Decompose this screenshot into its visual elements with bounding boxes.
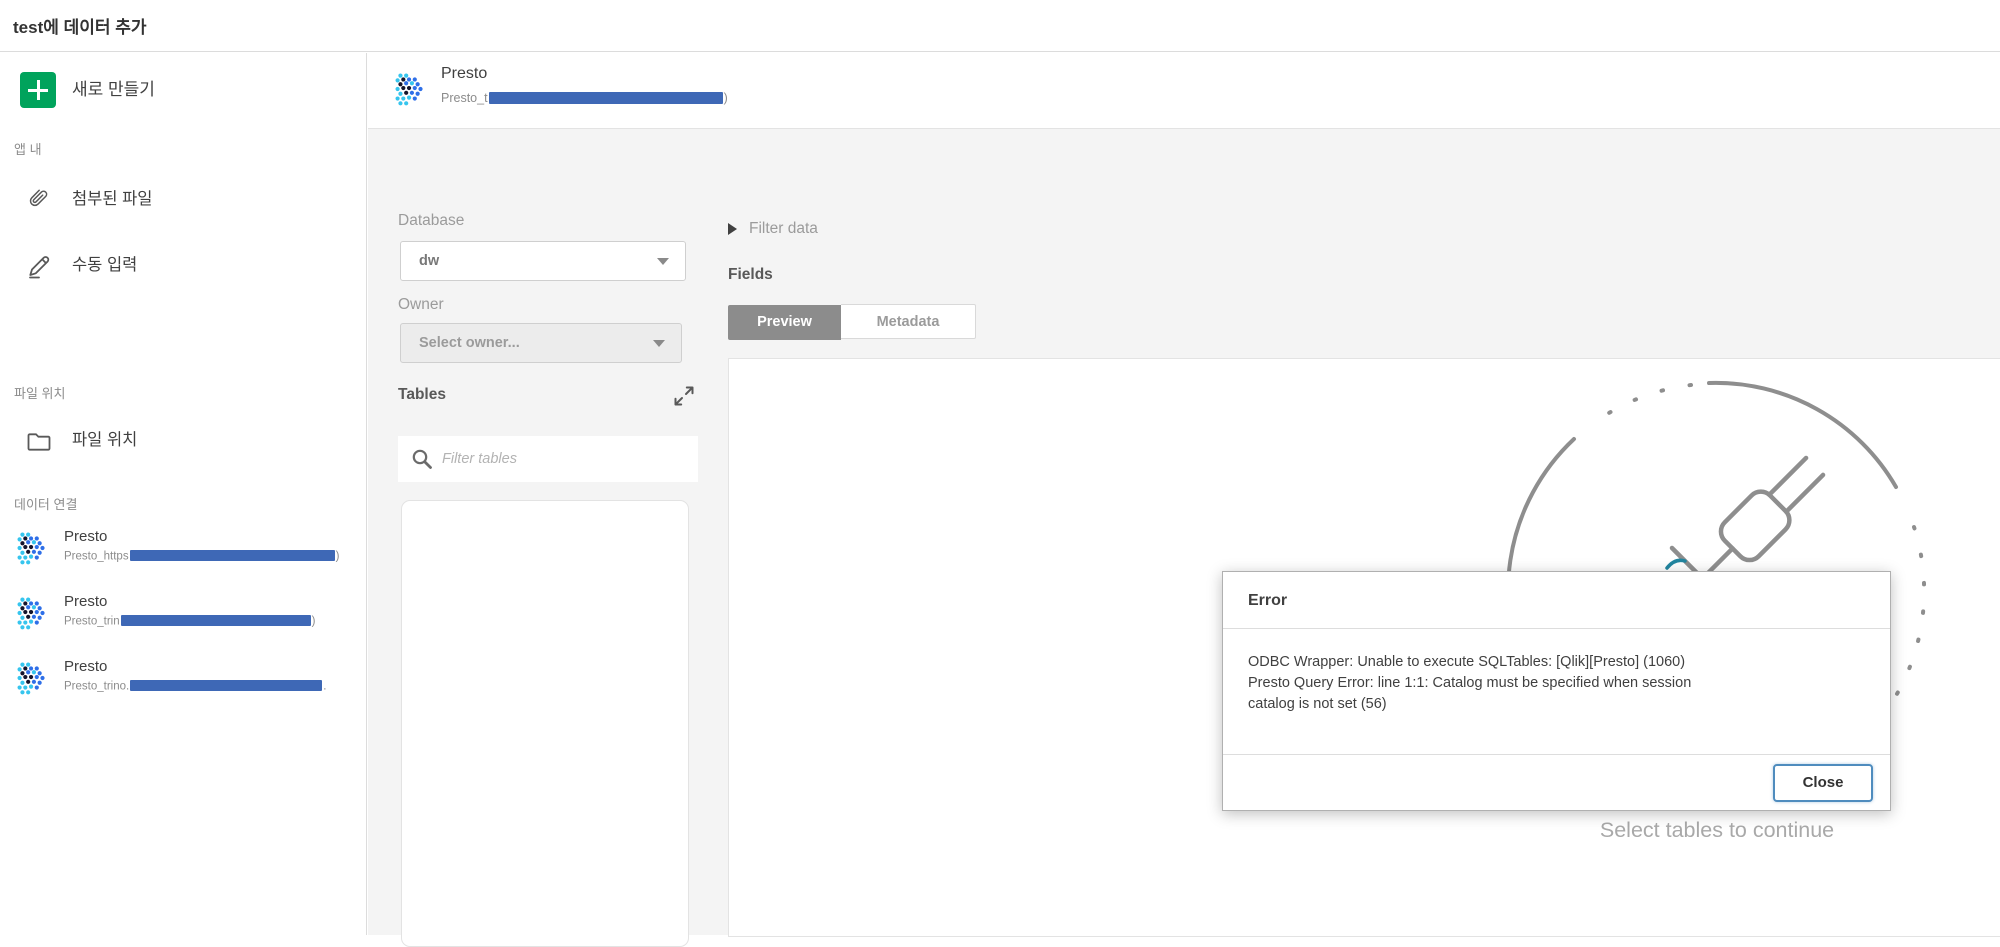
owner-value: Select owner...: [419, 335, 520, 351]
tab-preview[interactable]: Preview: [728, 305, 841, 340]
error-dialog-title: Error: [1248, 592, 1288, 609]
fields-tabs: Preview Metadata: [728, 304, 976, 340]
connection-presto-3[interactable]: Presto Presto_trino..: [0, 651, 366, 707]
section-in-app: 앱 내: [14, 142, 42, 157]
sidebar-item-manual-entry[interactable]: 수동 입력: [0, 243, 366, 287]
error-dialog: Error ODBC Wrapper: Unable to execute SQ…: [1222, 571, 1891, 811]
owner-dropdown[interactable]: Select owner...: [400, 323, 682, 363]
tab-metadata[interactable]: Metadata: [841, 304, 976, 339]
empty-state-hint: Select tables to continue: [1599, 818, 1835, 842]
connection-title: Presto: [441, 65, 488, 82]
filter-data-toggle[interactable]: Filter data: [728, 220, 818, 240]
connection-presto-1[interactable]: Presto Presto_https): [0, 521, 366, 577]
filter-tables-box: [398, 436, 698, 482]
sidebar: 새로 만들기 앱 내 첨부된 파일 수동 입력 파일 위치 파일 위치 데이터 …: [0, 53, 367, 935]
presto-logo-icon: [395, 73, 423, 106]
connection-name: Presto: [64, 528, 108, 545]
database-value: dw: [419, 253, 440, 269]
presto-logo-icon: [17, 597, 45, 630]
expand-icon[interactable]: [672, 384, 696, 408]
folder-icon: [27, 433, 51, 451]
paperclip-icon: [29, 189, 48, 207]
filter-data-label: Filter data: [749, 220, 818, 237]
plus-icon: [20, 72, 56, 108]
connection-header: Presto Presto_t): [368, 53, 2000, 129]
connection-subtitle: Presto_https): [64, 550, 340, 563]
connection-name: Presto: [64, 658, 108, 675]
connection-name: Presto: [64, 593, 108, 610]
sidebar-item-file-locations[interactable]: 파일 위치: [0, 418, 366, 462]
redaction-bar: [120, 615, 311, 626]
create-new-button[interactable]: 새로 만들기: [0, 71, 366, 109]
error-message: ODBC Wrapper: Unable to execute SQLTable…: [1248, 652, 1865, 715]
chevron-down-icon: [657, 258, 669, 265]
connection-subtitle: Presto_trino..: [64, 680, 327, 693]
presto-logo-icon: [17, 532, 45, 565]
attached-files-label: 첨부된 파일: [72, 190, 153, 208]
redaction-bar: [488, 91, 723, 104]
error-message-line: Presto Query Error: line 1:1: Catalog mu…: [1248, 675, 1692, 691]
triangle-right-icon: [728, 223, 737, 235]
redaction-bar: [129, 550, 335, 561]
error-message-line: catalog is not set (56): [1248, 696, 1387, 712]
presto-logo-icon: [17, 662, 45, 695]
main-area: Presto Presto_t) Database dw Owner Selec…: [368, 53, 2000, 947]
search-icon: [412, 449, 432, 469]
fields-label: Fields: [728, 266, 773, 283]
manual-entry-label: 수동 입력: [72, 256, 138, 274]
database-dropdown[interactable]: dw: [400, 241, 686, 281]
create-new-label: 새로 만들기: [72, 80, 155, 99]
content-area: Database dw Owner Select owner... Tables: [368, 130, 2000, 947]
owner-label: Owner: [398, 296, 444, 313]
pencil-icon: [29, 256, 50, 279]
connection-subtitle: Presto_trin): [64, 615, 316, 628]
tables-label: Tables: [398, 386, 446, 403]
page-title: test에 데이터 추가: [13, 18, 147, 37]
title-bar: test에 데이터 추가: [0, 0, 2000, 52]
chevron-down-icon: [653, 340, 665, 347]
tables-list[interactable]: [401, 500, 689, 947]
sidebar-item-attached-files[interactable]: 첨부된 파일: [0, 177, 366, 221]
error-message-line: ODBC Wrapper: Unable to execute SQLTable…: [1248, 654, 1686, 670]
database-label: Database: [398, 212, 465, 229]
redaction-bar: [130, 680, 323, 691]
close-button[interactable]: Close: [1773, 764, 1873, 802]
error-dialog-header: Error: [1223, 572, 1890, 629]
section-data-connections: 데이터 연결: [14, 497, 78, 512]
connection-presto-2[interactable]: Presto Presto_trin): [0, 586, 366, 642]
filter-tables-input[interactable]: [442, 436, 688, 482]
section-file-locations: 파일 위치: [14, 386, 66, 401]
error-dialog-footer: Close: [1223, 754, 1890, 810]
file-locations-label: 파일 위치: [72, 431, 138, 449]
connection-subtitle: Presto_t): [441, 91, 728, 105]
